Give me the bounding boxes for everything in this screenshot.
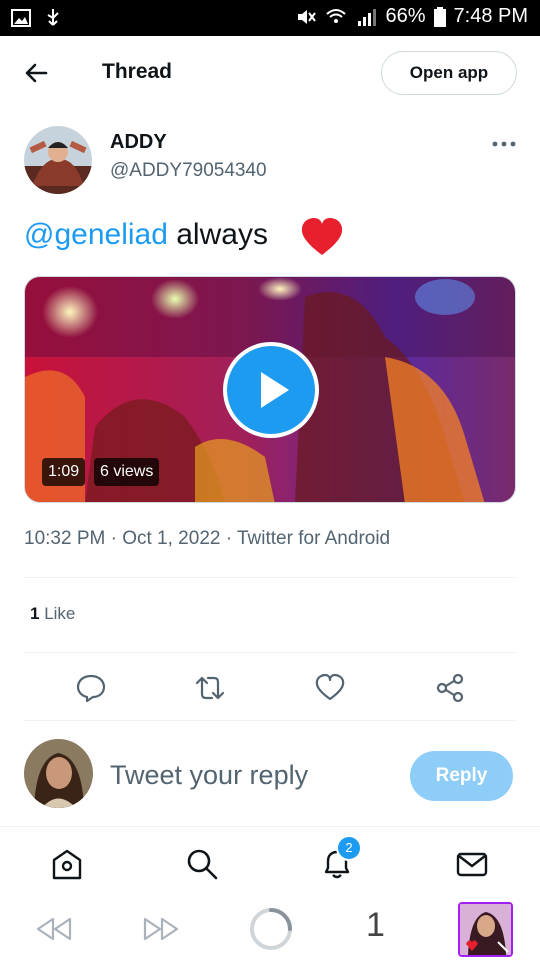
search-icon[interactable] bbox=[185, 847, 219, 881]
red-heart-emoji-icon bbox=[301, 218, 343, 255]
video-views-badge: 6 views bbox=[94, 458, 160, 486]
video-player[interactable]: 1:09 6 views bbox=[24, 276, 516, 503]
bottom-nav: 2 bbox=[0, 826, 540, 898]
fast-forward-icon[interactable] bbox=[141, 912, 181, 946]
reply-icon[interactable] bbox=[75, 672, 107, 704]
current-user-avatar[interactable] bbox=[24, 739, 93, 808]
tweet-time[interactable]: 10:32 PM bbox=[24, 528, 105, 549]
profile-thumbnail[interactable] bbox=[458, 902, 513, 957]
divider bbox=[24, 577, 516, 578]
tweet-source[interactable]: Twitter for Android bbox=[237, 528, 390, 549]
back-arrow-icon[interactable] bbox=[20, 58, 54, 88]
home-icon[interactable] bbox=[50, 847, 84, 881]
author-name[interactable]: ADDY bbox=[110, 131, 167, 154]
meta-separator: · bbox=[225, 528, 237, 549]
clock: 7:48 PM bbox=[453, 5, 528, 27]
more-options-icon[interactable] bbox=[490, 134, 518, 154]
divider bbox=[24, 720, 516, 721]
divider bbox=[24, 652, 516, 653]
tweet-body: always bbox=[167, 218, 268, 251]
tab-count[interactable]: 1 bbox=[366, 906, 385, 945]
play-button-icon[interactable] bbox=[221, 340, 321, 440]
usb-notification-icon bbox=[47, 9, 59, 26]
tweet-meta: 10:32 PM · Oct 1, 2022 · Twitter for And… bbox=[24, 528, 390, 550]
mention-link[interactable]: @geneliad bbox=[24, 218, 168, 251]
messages-icon[interactable] bbox=[455, 847, 489, 881]
rewind-icon[interactable] bbox=[34, 912, 74, 946]
share-icon[interactable] bbox=[434, 672, 466, 704]
status-bar: 66% 7:48 PM bbox=[0, 0, 540, 36]
retweet-icon[interactable] bbox=[194, 672, 226, 704]
signal-icon bbox=[358, 8, 377, 26]
likes-label: Like bbox=[39, 604, 76, 623]
tweet-date[interactable]: Oct 1, 2022 bbox=[122, 528, 220, 549]
loading-spinner-icon bbox=[250, 908, 292, 950]
battery-icon bbox=[433, 6, 446, 27]
reply-input[interactable] bbox=[110, 752, 390, 798]
meta-separator: · bbox=[110, 528, 123, 549]
tweet-text: @geneliad always bbox=[24, 218, 268, 252]
thread-header: Thread Open app bbox=[0, 36, 540, 110]
notifications-badge: 2 bbox=[336, 835, 362, 861]
likes-count[interactable]: 1 Like bbox=[30, 604, 75, 624]
author-avatar[interactable] bbox=[24, 126, 92, 194]
video-duration-badge: 1:09 bbox=[42, 458, 86, 486]
open-app-button[interactable]: Open app bbox=[381, 51, 517, 95]
battery-percent: 66% bbox=[385, 5, 426, 27]
page-title: Thread bbox=[102, 60, 173, 83]
reply-button[interactable]: Reply bbox=[410, 751, 513, 801]
mute-icon bbox=[298, 9, 317, 24]
like-icon[interactable] bbox=[314, 672, 346, 704]
wifi-icon bbox=[326, 8, 347, 23]
image-notification-icon bbox=[11, 9, 31, 27]
author-handle[interactable]: @ADDY79054340 bbox=[110, 160, 267, 182]
